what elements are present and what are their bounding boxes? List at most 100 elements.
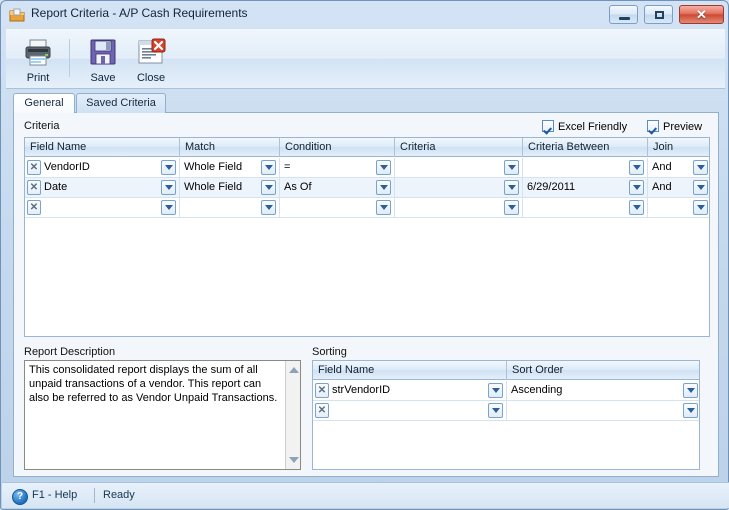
minimize-button[interactable] — [608, 5, 638, 24]
join-dropdown[interactable] — [693, 160, 708, 175]
print-button[interactable]: Print — [11, 33, 65, 85]
field-name-dropdown[interactable] — [161, 180, 176, 195]
criteria-cell-join[interactable] — [648, 198, 709, 217]
join-dropdown[interactable] — [693, 200, 708, 215]
criteria-cell-join[interactable]: And — [648, 158, 709, 177]
tab-saved-criteria[interactable]: Saved Criteria — [76, 93, 166, 113]
criteria-header-match[interactable]: Match — [180, 138, 280, 157]
help-icon[interactable]: ? — [12, 489, 28, 505]
criteria-match-value: Whole Field — [184, 161, 243, 173]
criteria-cell-criteria[interactable] — [395, 178, 523, 197]
preview-label: Preview — [663, 121, 703, 133]
tab-general[interactable]: General — [13, 93, 75, 113]
general-tab-page: Criteria Excel Friendly Preview Field Na… — [13, 112, 719, 477]
sorting-cell-sort-order[interactable]: Ascending — [507, 381, 699, 400]
criteria-row[interactable]: ✕ Date Whole Field As Of 6/29/2011 And — [25, 178, 709, 198]
criteria-join-value: And — [652, 181, 672, 193]
criteria-header-field-name[interactable]: Field Name — [25, 138, 180, 157]
delete-sort-row-button[interactable]: ✕ — [315, 383, 329, 398]
criteria-cell-condition[interactable]: = — [280, 158, 395, 177]
close-document-button[interactable]: Close — [124, 33, 178, 85]
criteria-between-dropdown[interactable] — [629, 160, 644, 175]
maximize-button[interactable] — [643, 5, 673, 24]
report-description-textarea[interactable]: This consolidated report displays the su… — [24, 360, 301, 470]
sorting-cell-field-name[interactable]: ✕ strVendorID — [313, 381, 507, 400]
tab-saved-criteria-label: Saved Criteria — [86, 97, 156, 109]
delete-row-button[interactable]: ✕ — [27, 160, 41, 175]
criteria-cell-match[interactable] — [180, 198, 280, 217]
criteria-dropdown[interactable] — [504, 160, 519, 175]
criteria-grid[interactable]: Field Name Match Condition Criteria Crit… — [24, 137, 710, 337]
criteria-dropdown[interactable] — [504, 200, 519, 215]
criteria-cell-criteria[interactable] — [395, 198, 523, 217]
criteria-cell-criteria-between[interactable]: 6/29/2011 — [523, 178, 648, 197]
preview-checkbox[interactable]: Preview — [647, 120, 702, 134]
printer-icon — [22, 36, 54, 68]
excel-friendly-checkbox[interactable]: Excel Friendly — [542, 120, 627, 134]
criteria-header-criteria-between[interactable]: Criteria Between — [523, 138, 648, 157]
delete-row-button[interactable]: ✕ — [27, 200, 41, 215]
sorting-row[interactable]: ✕ strVendorID Ascending — [313, 381, 699, 401]
field-name-dropdown[interactable] — [161, 160, 176, 175]
match-dropdown[interactable] — [261, 200, 276, 215]
match-dropdown[interactable] — [261, 180, 276, 195]
join-dropdown[interactable] — [693, 180, 708, 195]
sorting-field-name-dropdown[interactable] — [488, 383, 503, 398]
tab-strip: General Saved Criteria — [13, 93, 719, 113]
delete-sort-row-button[interactable]: ✕ — [315, 403, 329, 418]
criteria-cell-field-name[interactable]: ✕ Date — [25, 178, 180, 197]
criteria-cell-criteria-between[interactable] — [523, 198, 648, 217]
status-text: Ready — [103, 489, 135, 501]
criteria-dropdown[interactable] — [504, 180, 519, 195]
close-document-icon — [135, 36, 167, 68]
criteria-cell-match[interactable]: Whole Field — [180, 158, 280, 177]
criteria-row[interactable]: ✕ VendorID Whole Field = And — [25, 158, 709, 178]
criteria-row[interactable]: ✕ — [25, 198, 709, 218]
report-description-text: This consolidated report displays the su… — [29, 364, 278, 404]
help-text[interactable]: F1 - Help — [32, 489, 77, 501]
save-button-label: Save — [90, 72, 116, 84]
criteria-between-dropdown[interactable] — [629, 200, 644, 215]
window-controls: ✕ — [606, 5, 724, 26]
sorting-sort-order-value: Ascending — [511, 384, 563, 396]
sorting-grid[interactable]: Field Name Sort Order ✕ strVendorID Asce… — [312, 360, 700, 470]
sorting-caption: Sorting — [312, 346, 347, 358]
sorting-row[interactable]: ✕ — [313, 401, 699, 421]
sorting-grid-header: Field Name Sort Order — [313, 361, 699, 380]
criteria-cell-field-name[interactable]: ✕ VendorID — [25, 158, 180, 177]
criteria-cell-match[interactable]: Whole Field — [180, 178, 280, 197]
sort-order-dropdown[interactable] — [683, 403, 698, 418]
sorting-header-sort-order[interactable]: Sort Order — [507, 361, 699, 380]
condition-dropdown[interactable] — [376, 180, 391, 195]
sorting-cell-field-name[interactable]: ✕ — [313, 401, 507, 420]
criteria-between-dropdown[interactable] — [629, 180, 644, 195]
sorting-cell-sort-order[interactable] — [507, 401, 699, 420]
status-separator — [94, 488, 95, 503]
sorting-header-field-name[interactable]: Field Name — [313, 361, 507, 380]
sort-order-dropdown[interactable] — [683, 383, 698, 398]
criteria-cell-criteria-between[interactable] — [523, 158, 648, 177]
scroll-up-icon[interactable] — [289, 367, 299, 373]
condition-dropdown[interactable] — [376, 200, 391, 215]
criteria-header-criteria[interactable]: Criteria — [395, 138, 523, 157]
criteria-cell-join[interactable]: And — [648, 178, 709, 197]
report-criteria-window: Report Criteria - A/P Cash Requirements … — [0, 0, 729, 510]
save-button[interactable]: Save — [76, 33, 130, 85]
criteria-header-condition[interactable]: Condition — [280, 138, 395, 157]
criteria-cell-condition[interactable]: As Of — [280, 178, 395, 197]
criteria-cell-field-name[interactable]: ✕ — [25, 198, 180, 217]
sorting-field-name-dropdown[interactable] — [488, 403, 503, 418]
description-scrollbar[interactable] — [285, 361, 300, 469]
criteria-cell-criteria[interactable] — [395, 158, 523, 177]
criteria-cell-condition[interactable] — [280, 198, 395, 217]
minimize-icon — [618, 17, 630, 20]
close-button-label: Close — [136, 72, 166, 84]
excel-friendly-label: Excel Friendly — [558, 121, 628, 133]
match-dropdown[interactable] — [261, 160, 276, 175]
criteria-header-join[interactable]: Join — [648, 138, 709, 157]
close-button[interactable]: ✕ — [679, 5, 724, 24]
scroll-down-icon[interactable] — [289, 457, 299, 463]
delete-row-button[interactable]: ✕ — [27, 180, 41, 195]
condition-dropdown[interactable] — [376, 160, 391, 175]
field-name-dropdown[interactable] — [161, 200, 176, 215]
